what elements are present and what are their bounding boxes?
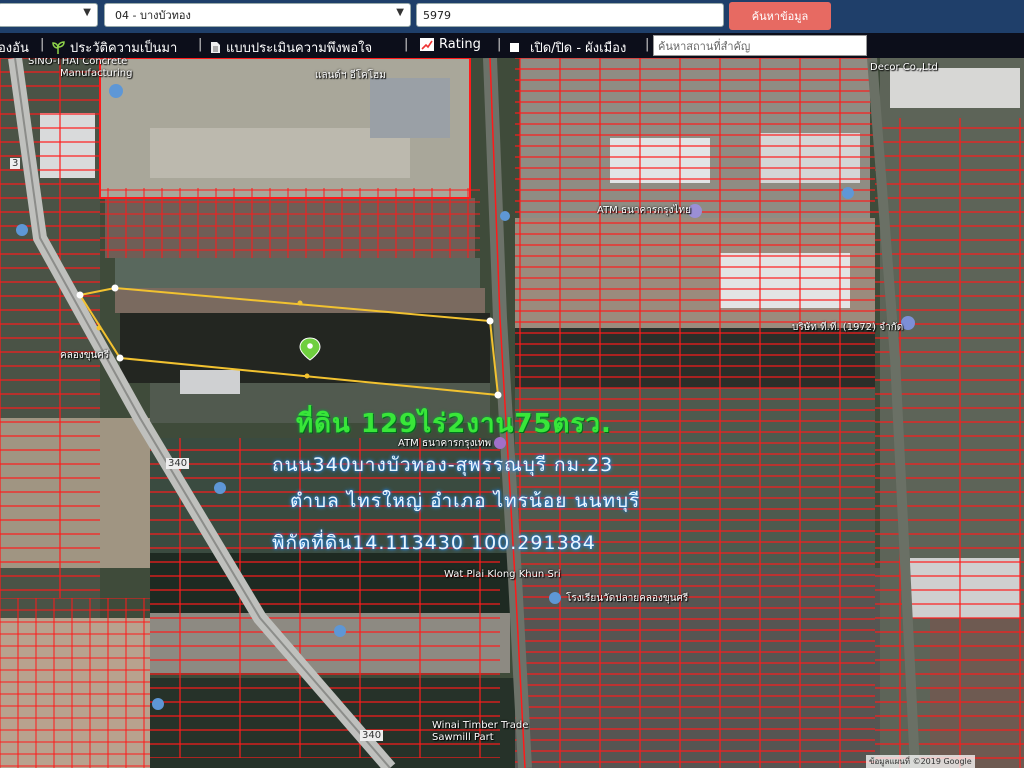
poi-label: Manufacturing <box>60 68 133 79</box>
nav-divider: | <box>40 37 45 52</box>
top-search-bar: ▼ 04 - บางบัวทอง ▼ 5979 ค้นหาข้อมูล <box>0 0 1024 33</box>
nav-item-toggle-cityplan[interactable]: เปิด/ปิด - ผังเมือง <box>510 37 626 58</box>
province-select[interactable]: ▼ <box>0 3 98 27</box>
nav-item-1[interactable]: องอัน <box>0 37 29 58</box>
poi-label: แลนด์ฯ อีโคโฮม <box>315 70 386 81</box>
nav-item-survey[interactable]: แบบประเมินความพึงพอใจ <box>210 37 372 58</box>
coordinates-text: พิกัดที่ดิน14.113430 100.291384 <box>272 532 596 554</box>
poi-label: Winai Timber Trade <box>432 720 529 731</box>
nav-item-rating-label: Rating <box>439 37 481 52</box>
nav-item-history[interactable]: ประวัติความเป็นมา <box>52 37 177 58</box>
place-marker-icon <box>214 482 226 494</box>
chart-icon <box>420 38 434 51</box>
sprout-icon <box>52 41 65 54</box>
district-location-text: ตำบล ไทรใหญ่ อำเภอ ไทรน้อย นนทบุรี <box>290 490 641 512</box>
nav-item-1-label: องอัน <box>0 41 29 56</box>
poi-label: โรงเรียนวัดปลายคลองขุนศรี <box>566 593 689 604</box>
road-shield: 340 <box>166 458 190 469</box>
nav-divider: | <box>497 37 502 52</box>
place-marker-icon <box>500 211 510 221</box>
chevron-down-icon: ▼ <box>396 7 404 18</box>
poi-label: บริษัท ที.ที. (1972) จำกัด <box>792 322 904 333</box>
place-marker-icon <box>152 698 164 710</box>
map-attribution: ข้อมูลแผนที่ ©2019 Google <box>866 755 975 768</box>
district-select[interactable]: 04 - บางบัวทอง ▼ <box>104 3 411 27</box>
nav-divider: | <box>404 37 409 52</box>
district-select-value: 04 - บางบัวทอง <box>115 9 191 22</box>
nav-item-rating[interactable]: Rating <box>420 37 481 52</box>
document-icon <box>211 42 220 53</box>
road-location-text: ถนน340บางบัวทอง-สุพรรณบุรี กม.23 <box>272 454 614 476</box>
poi-label: ATM ธนาคารกรุงไทย <box>597 205 691 216</box>
landmark-search-placeholder: ค้นหาสถานที่สำคัญ <box>658 39 751 53</box>
satellite-map[interactable]: SINO-THAI Concrete Manufacturing แลนด์ฯ … <box>0 58 1024 768</box>
square-icon <box>510 43 519 52</box>
place-marker-icon <box>109 84 123 98</box>
landmark-search-input[interactable]: ค้นหาสถานที่สำคัญ <box>653 35 867 56</box>
road-shield: 340 <box>360 730 384 741</box>
nav-divider: | <box>645 37 650 52</box>
poi-label: Wat Plai Klong Khun Sri <box>444 569 561 580</box>
nav-item-history-label: ประวัติความเป็นมา <box>70 41 178 56</box>
nav-item-survey-label: แบบประเมินความพึงพอใจ <box>226 41 373 56</box>
place-marker-icon <box>16 224 28 236</box>
search-button[interactable]: ค้นหาข้อมูล <box>729 2 831 30</box>
place-marker-icon <box>334 625 346 637</box>
poi-label: Sawmill Part <box>432 732 494 743</box>
chevron-down-icon: ▼ <box>83 7 91 18</box>
poi-label: Decor Co.,Ltd <box>870 62 938 73</box>
place-marker-icon <box>842 187 854 199</box>
nav-item-toggle-cityplan-label: เปิด/ปิด - ผังเมือง <box>530 41 627 56</box>
poi-label: คลองขุนศรี <box>60 350 110 361</box>
land-size-headline: ที่ดิน 129ไร่2งาน75ตรว. <box>296 409 612 439</box>
main-navbar: องอัน | ประวัติความเป็นมา | แบบประเมินคว… <box>0 33 1024 58</box>
parcel-number-input[interactable]: 5979 <box>416 3 724 27</box>
nav-divider: | <box>198 37 203 52</box>
parcel-number-value: 5979 <box>423 8 451 22</box>
poi-label: SINO-THAI Concrete <box>28 58 128 67</box>
temple-marker-icon <box>549 592 561 604</box>
road-shield: 3 <box>10 158 21 169</box>
